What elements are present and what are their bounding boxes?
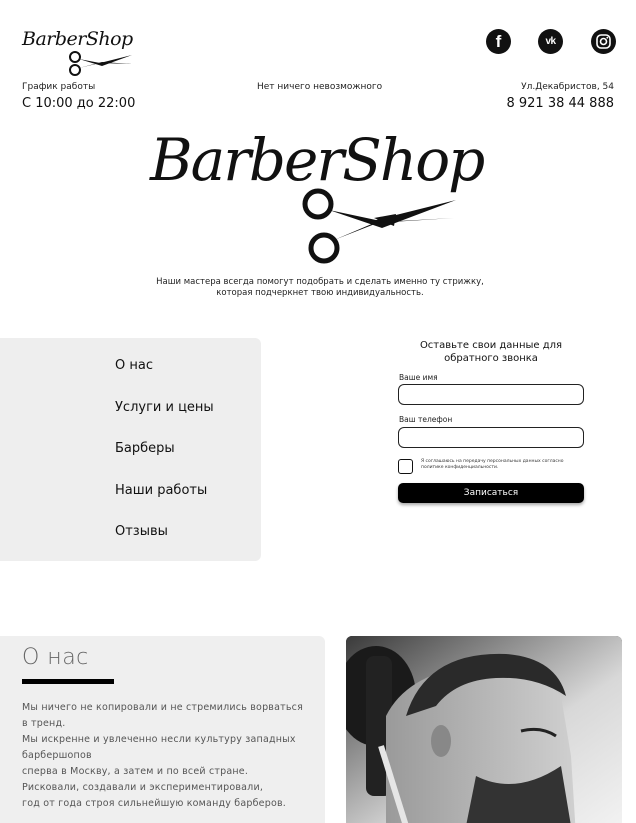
nav-panel: О нас Услуги и цены Барберы Наши работы …	[0, 338, 261, 561]
about-line: Мы ничего не копировали и не стремились …	[22, 702, 303, 713]
header-logo-text: BarberShop	[22, 28, 133, 50]
about-line: Мы искренне и увлеченно несли культуру з…	[22, 734, 296, 745]
about-line: сперва в Москву, а затем и по всей стран…	[22, 766, 249, 777]
consent-line2: политике конфиденциальности.	[421, 464, 499, 470]
scissors-icon	[69, 51, 132, 76]
form-title: Оставьте свои данные для обратного звонк…	[395, 339, 587, 365]
about-line: год от года строя сильнейшую команду бар…	[22, 798, 286, 809]
address: Ул.Декабристов, 54	[521, 82, 614, 92]
nav-item-works[interactable]: Наши работы	[115, 483, 207, 498]
nav-item-about[interactable]: О нас	[115, 358, 153, 373]
slogan: Нет ничего невозможного	[257, 82, 383, 92]
vk-icon[interactable]: vk	[538, 29, 563, 54]
form-title-line1: Оставьте свои данные для	[419, 340, 563, 351]
phone-number[interactable]: 8 921 38 44 888	[506, 96, 614, 111]
about-title: О нас	[22, 645, 89, 670]
barber-photo	[346, 636, 622, 823]
about-line: барбершопов	[22, 750, 92, 761]
consent-text: Я соглашаюсь на передачу персональных да…	[421, 459, 581, 470]
tagline-line2: которая подчеркнет твою индивидуальность…	[216, 288, 424, 298]
hero-scissors-icon	[302, 188, 456, 264]
about-line: Рисковали, создавали и экспериментировал…	[22, 782, 264, 793]
form-title-line2: обратного звонка	[444, 353, 538, 364]
nav-item-services[interactable]: Услуги и цены	[115, 400, 214, 415]
schedule-hours: С 10:00 до 22:00	[22, 96, 136, 111]
consent-line1: Я соглашаюсь на передачу персональных да…	[421, 459, 564, 464]
submit-button[interactable]: Записаться	[398, 483, 584, 503]
about-line: в тренд.	[22, 718, 66, 729]
about-divider	[22, 679, 114, 684]
header-logo[interactable]: BarberShop	[22, 28, 134, 76]
nav-item-barbers[interactable]: Барберы	[115, 441, 175, 456]
nav-item-reviews[interactable]: Отзывы	[115, 524, 168, 539]
tagline-line1: Наши мастера всегда помогут подобрать и …	[156, 277, 484, 287]
phone-label: Ваш телефон	[399, 415, 453, 424]
hero-tagline: Наши мастера всегда помогут подобрать и …	[120, 277, 520, 299]
consent-checkbox[interactable]	[398, 459, 413, 474]
schedule-label: График работы	[22, 82, 96, 92]
name-label: Ваше имя	[399, 373, 438, 382]
name-input[interactable]	[398, 384, 584, 405]
phone-input[interactable]	[398, 427, 584, 448]
facebook-icon[interactable]: f	[486, 29, 511, 54]
about-text: Мы ничего не копировали и не стремились …	[22, 700, 322, 812]
instagram-icon[interactable]	[591, 29, 616, 54]
